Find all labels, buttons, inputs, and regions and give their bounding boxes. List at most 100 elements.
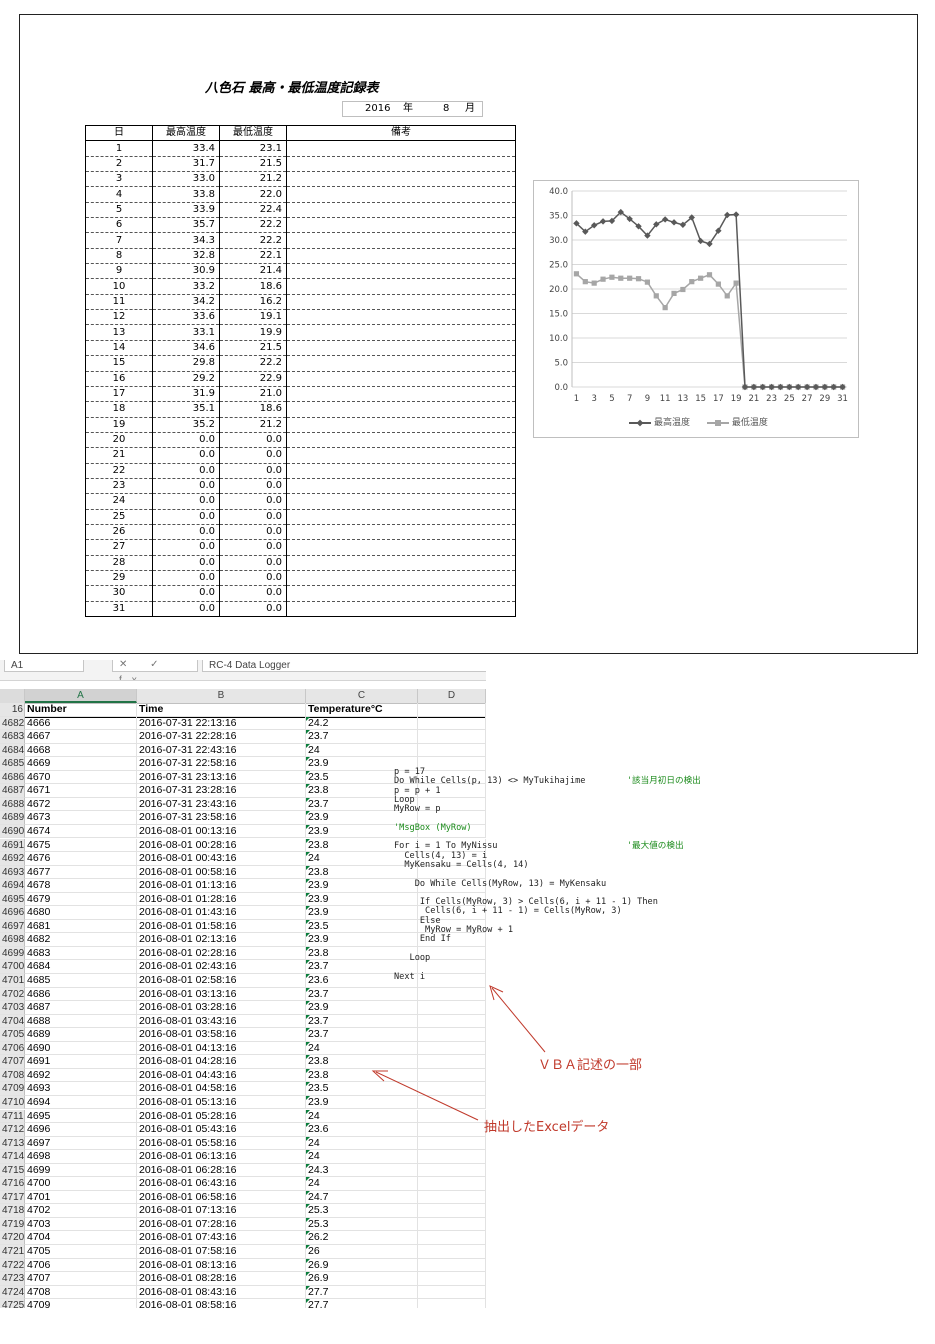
row-number[interactable]: 4687 [0, 784, 25, 798]
row-number[interactable]: 4710 [0, 1095, 25, 1110]
temperature-cell[interactable]: 23.5 [306, 1082, 418, 1096]
number-cell[interactable]: 4678 [25, 879, 137, 893]
empty-cell[interactable] [418, 1272, 486, 1286]
select-all-corner[interactable] [0, 689, 25, 703]
temperature-cell[interactable]: 24 [306, 1109, 418, 1124]
number-cell[interactable]: 4676 [25, 852, 137, 866]
time-cell[interactable]: 2016-07-31 23:13:16 [137, 770, 306, 785]
empty-cell[interactable] [418, 716, 486, 731]
empty-cell[interactable] [418, 1217, 486, 1232]
empty-cell[interactable] [418, 987, 486, 1002]
name-box[interactable]: A1 [4, 660, 84, 672]
time-cell[interactable]: 2016-08-01 05:43:16 [137, 1123, 306, 1137]
temperature-cell[interactable]: 23.7 [306, 987, 418, 1002]
row-number[interactable]: 4711 [0, 1109, 25, 1124]
row-number[interactable]: 4713 [0, 1136, 25, 1151]
column-header-b[interactable]: B [137, 689, 306, 703]
number-cell[interactable]: 4675 [25, 838, 137, 853]
time-cell[interactable]: 2016-08-01 00:13:16 [137, 824, 306, 839]
row-number[interactable]: 4721 [0, 1245, 25, 1259]
number-cell[interactable]: 4704 [25, 1231, 137, 1245]
temperature-cell[interactable]: 26.9 [306, 1272, 418, 1286]
row-number[interactable]: 4722 [0, 1258, 25, 1273]
empty-cell[interactable] [418, 703, 486, 717]
number-cell[interactable]: 4688 [25, 1014, 137, 1029]
time-cell[interactable]: 2016-08-01 01:43:16 [137, 906, 306, 920]
time-cell[interactable]: 2016-08-01 07:43:16 [137, 1231, 306, 1245]
time-cell[interactable]: 2016-08-01 08:43:16 [137, 1285, 306, 1300]
number-cell[interactable]: 4686 [25, 987, 137, 1002]
temperature-cell[interactable]: 24.2 [306, 716, 418, 731]
row-number[interactable]: 4683 [0, 730, 25, 744]
column-header-d[interactable]: D [418, 689, 486, 703]
temperature-cell[interactable]: 24 [306, 1177, 418, 1191]
row-number[interactable]: 4725 [0, 1299, 25, 1308]
number-cell[interactable]: 4706 [25, 1258, 137, 1273]
temperature-cell[interactable]: 23.8 [306, 1055, 418, 1069]
number-cell[interactable]: 4703 [25, 1217, 137, 1232]
row-number[interactable]: 4694 [0, 879, 25, 893]
empty-cell[interactable] [418, 743, 486, 758]
row-number[interactable]: 4724 [0, 1285, 25, 1300]
number-cell[interactable]: 4679 [25, 892, 137, 907]
number-cell[interactable]: 4670 [25, 770, 137, 785]
row-number[interactable]: 4715 [0, 1163, 25, 1178]
number-cell[interactable]: 4669 [25, 757, 137, 771]
number-cell[interactable]: 4696 [25, 1123, 137, 1137]
number-cell[interactable]: 4680 [25, 906, 137, 920]
number-cell[interactable]: 4694 [25, 1095, 137, 1110]
row-number[interactable]: 16 [0, 703, 25, 717]
time-cell[interactable]: 2016-08-01 07:28:16 [137, 1217, 306, 1232]
row-number[interactable]: 4692 [0, 852, 25, 866]
row-number[interactable]: 4717 [0, 1190, 25, 1205]
empty-cell[interactable] [418, 1190, 486, 1205]
temperature-cell[interactable]: 27.7 [306, 1285, 418, 1300]
row-number[interactable]: 4704 [0, 1014, 25, 1029]
temperature-cell[interactable]: 24 [306, 1136, 418, 1151]
time-cell[interactable]: 2016-08-01 06:13:16 [137, 1150, 306, 1164]
empty-cell[interactable] [418, 1163, 486, 1178]
number-cell[interactable]: 4701 [25, 1190, 137, 1205]
temperature-cell[interactable]: 23.6 [306, 1123, 418, 1137]
row-number[interactable]: 4709 [0, 1082, 25, 1096]
row-number[interactable]: 4712 [0, 1123, 25, 1137]
time-cell[interactable]: 2016-08-01 08:13:16 [137, 1258, 306, 1273]
formula-bar-icons[interactable]: ✕ ✓ fx [112, 660, 198, 680]
formula-input[interactable]: RC-4 Data Logger [202, 660, 486, 672]
temperature-cell[interactable]: 25.3 [306, 1217, 418, 1232]
number-cell[interactable]: 4674 [25, 824, 137, 839]
time-cell[interactable]: 2016-08-01 07:13:16 [137, 1204, 306, 1218]
row-number[interactable]: 4682 [0, 716, 25, 731]
time-cell[interactable]: 2016-08-01 04:28:16 [137, 1055, 306, 1069]
number-cell[interactable]: 4690 [25, 1041, 137, 1056]
temperature-cell[interactable]: 23.7 [306, 730, 418, 744]
row-number[interactable]: 4688 [0, 797, 25, 812]
number-cell[interactable]: 4697 [25, 1136, 137, 1151]
temperature-cell[interactable]: 23.7 [306, 1014, 418, 1029]
row-number[interactable]: 4691 [0, 838, 25, 853]
number-cell[interactable]: 4698 [25, 1150, 137, 1164]
row-number[interactable]: 4695 [0, 892, 25, 907]
column-header-c[interactable]: C [306, 689, 418, 703]
time-cell[interactable]: 2016-08-01 04:13:16 [137, 1041, 306, 1056]
row-number[interactable]: 4684 [0, 743, 25, 758]
row-number[interactable]: 4705 [0, 1028, 25, 1042]
time-cell[interactable]: 2016-08-01 00:58:16 [137, 865, 306, 880]
number-cell[interactable]: 4666 [25, 716, 137, 731]
row-number[interactable]: 4708 [0, 1068, 25, 1083]
time-cell[interactable]: 2016-08-01 08:58:16 [137, 1299, 306, 1308]
temperature-cell[interactable]: 24.7 [306, 1190, 418, 1205]
number-cell[interactable]: 4695 [25, 1109, 137, 1124]
empty-cell[interactable] [418, 1014, 486, 1029]
column-header-a[interactable]: A [25, 689, 137, 703]
empty-cell[interactable] [418, 1299, 486, 1308]
row-number[interactable]: 4689 [0, 811, 25, 825]
number-cell[interactable]: 4668 [25, 743, 137, 758]
time-cell[interactable]: 2016-08-01 00:43:16 [137, 852, 306, 866]
temperature-cell[interactable]: 24 [306, 1041, 418, 1056]
empty-cell[interactable] [418, 1041, 486, 1056]
time-cell[interactable]: 2016-08-01 06:28:16 [137, 1163, 306, 1178]
time-cell[interactable]: 2016-08-01 07:58:16 [137, 1245, 306, 1259]
number-cell[interactable]: 4707 [25, 1272, 137, 1286]
time-cell[interactable]: 2016-07-31 23:43:16 [137, 797, 306, 812]
